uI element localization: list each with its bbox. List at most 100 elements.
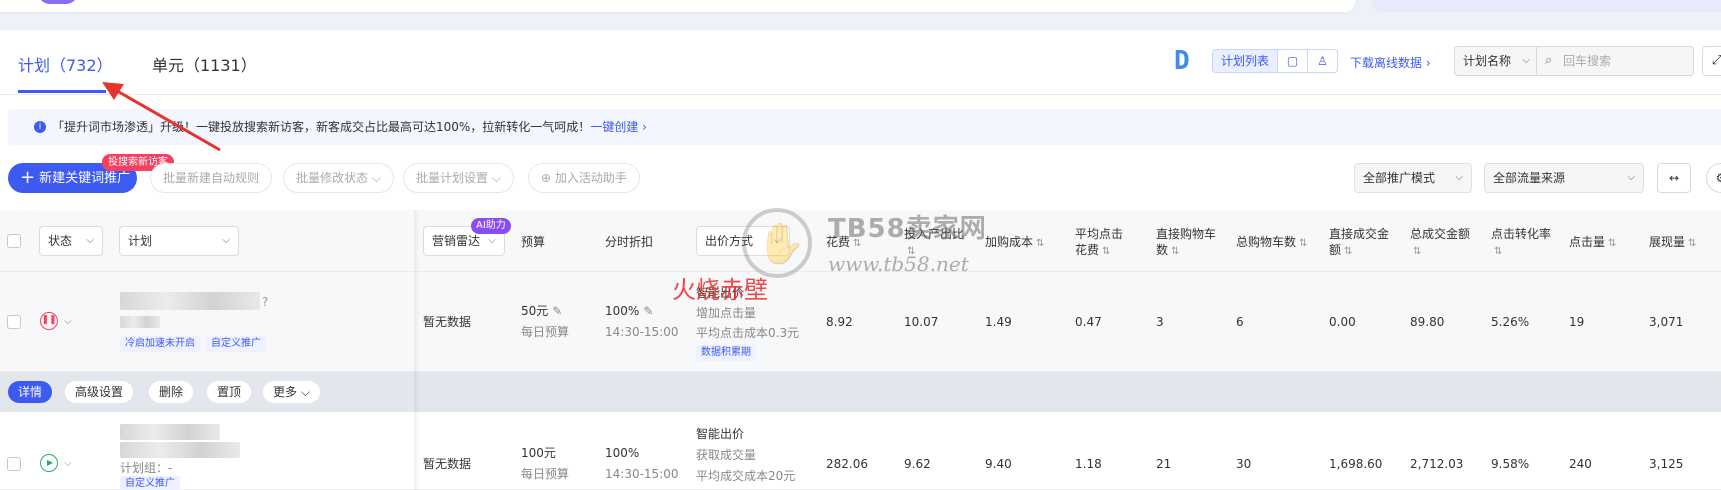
column-cart-cost-label: 加购成本	[985, 235, 1034, 249]
clicks-value: 240	[1569, 457, 1592, 471]
discount-value[interactable]: 100% ✎	[605, 303, 653, 319]
plan-column-filter[interactable]: 计划 ⌵	[119, 226, 239, 256]
impressions-value: 3,071	[1649, 315, 1684, 329]
discount-time: 14:30-15:00	[605, 467, 679, 481]
traffic-source-filter[interactable]: 全部流量来源 ⌵	[1484, 163, 1644, 193]
new-keyword-promo-label: 新建关键词推广	[39, 171, 131, 186]
advanced-settings-button[interactable]: 高级设置	[65, 381, 134, 403]
column-avg-click-cost[interactable]: 平均点击花费 ⇅	[1075, 226, 1129, 260]
radar-value: 暂无数据	[423, 457, 472, 471]
notice-create-label: 一键创建	[590, 120, 639, 134]
info-icon: i	[34, 121, 46, 133]
promo-mode-filter[interactable]: 全部推广模式 ⌵	[1354, 163, 1472, 193]
column-direct-cart[interactable]: 直接购物车数 ⇅	[1156, 226, 1218, 260]
chevron-down-icon[interactable]: ⌵	[64, 458, 72, 469]
batch-plan-settings-button[interactable]: 批量计划设置 ⌵	[403, 163, 514, 193]
column-time-discount: 分时折扣	[605, 235, 654, 249]
cart-cost-value: 9.40	[985, 457, 1012, 471]
plan-name-redacted-line2	[120, 442, 240, 458]
column-clicks-label: 点击量	[1569, 235, 1606, 249]
direct-cart-value: 21	[1156, 457, 1172, 471]
column-total-cart[interactable]: 总购物车数 ⇅	[1236, 234, 1307, 252]
promo-mode-filter-label: 全部推广模式	[1363, 171, 1436, 185]
search-field-select-label: 计划名称	[1463, 54, 1512, 68]
pin-top-button[interactable]: 置顶	[207, 381, 252, 403]
row-action-bar	[0, 372, 1721, 412]
column-ctr-conv[interactable]: 点击转化率 ⇅	[1491, 226, 1553, 260]
search-field-select[interactable]: 计划名称 ⌵	[1454, 46, 1536, 76]
column-width-icon[interactable]: ↔	[1657, 163, 1691, 193]
watermark-hand-logo-icon: ✋	[742, 208, 812, 278]
add-activity-helper-button[interactable]: ⊕ 加入活动助手	[528, 163, 640, 193]
chevron-down-icon: ⌵	[222, 235, 230, 246]
ai-assist-badge: AI助力	[471, 218, 511, 234]
tab-unit[interactable]: 单元（1131）	[152, 52, 257, 76]
sort-icon: ⇅	[1171, 246, 1180, 257]
settings-icon[interactable]: ⚙	[1706, 163, 1721, 193]
cold-start-tag: 冷启加速未开启	[120, 336, 200, 352]
delete-button[interactable]: 删除	[149, 381, 194, 403]
notice-create-link[interactable]: 一键创建 ›	[590, 120, 647, 134]
watermark-title: TB58卖家网	[828, 214, 987, 244]
pause-status-icon[interactable]: ❚❚	[40, 312, 58, 330]
more-button[interactable]: 更多 ⌵	[263, 381, 320, 403]
plan-name-redacted[interactable]	[120, 292, 260, 310]
bid-goal: 获取成交量	[696, 448, 757, 462]
download-offline-link[interactable]: 下载离线数据 ›	[1350, 54, 1431, 71]
column-total-cart-label: 总购物车数	[1236, 235, 1297, 249]
batch-status-label: 批量修改状态	[296, 171, 369, 185]
search-input[interactable]: ⌕ 回车搜索	[1536, 46, 1694, 76]
direct-cart-value: 3	[1156, 315, 1164, 329]
top-summary-area	[0, 0, 1721, 30]
view-plan-list-button[interactable]: 计划列表	[1213, 50, 1278, 72]
select-all-checkbox[interactable]	[7, 234, 21, 248]
helper-icon: ⊕	[541, 171, 552, 185]
hand-icon: ✋	[756, 221, 806, 267]
column-impressions[interactable]: 展现量 ⇅	[1649, 234, 1696, 252]
total-gmv-value: 89.80	[1410, 315, 1445, 329]
chat-icon[interactable]: ▢	[1277, 50, 1307, 72]
roi-value: 9.62	[904, 457, 931, 471]
plan-name-redacted[interactable]	[120, 424, 220, 440]
budget-value[interactable]: 50元 ✎	[521, 303, 562, 319]
discount-amount[interactable]: 100%	[605, 445, 639, 461]
active-tab-indicator	[18, 90, 106, 93]
sort-icon: ⇅	[1299, 238, 1308, 249]
fixed-column-shadow	[414, 210, 420, 490]
status-column-filter[interactable]: 状态 ⌵	[39, 226, 103, 256]
batch-status-button[interactable]: 批量修改状态 ⌵	[283, 163, 394, 193]
column-impressions-label: 展现量	[1649, 235, 1686, 249]
details-button[interactable]: 详情	[8, 381, 53, 403]
column-total-gmv[interactable]: 总成交金额 ⇅	[1410, 226, 1472, 260]
sort-icon: ⇅	[1413, 246, 1422, 257]
batch-plan-settings-label: 批量计划设置	[416, 171, 489, 185]
more-label: 更多	[273, 385, 298, 399]
column-clicks[interactable]: 点击量 ⇅	[1569, 234, 1616, 252]
row-checkbox[interactable]	[7, 315, 21, 329]
budget-amount[interactable]: 100元	[521, 445, 556, 461]
budget-amount: 50元	[521, 304, 549, 318]
watermark-url: www.tb58.net	[828, 252, 969, 276]
cost-value: 8.92	[826, 315, 853, 329]
column-direct-gmv-label: 直接成交金额	[1329, 227, 1390, 257]
data-accumulation-tag: 数据积累期	[696, 345, 756, 361]
annotation-arrow-icon	[102, 82, 221, 152]
column-direct-gmv[interactable]: 直接成交金额 ⇅	[1329, 226, 1391, 260]
user-icon[interactable]: ♙	[1307, 50, 1337, 72]
dataview-logo-icon[interactable]: D	[1174, 48, 1198, 74]
chevron-down-icon: ⌵	[86, 235, 94, 246]
chevron-down-icon: ⌵	[1627, 172, 1635, 183]
tab-plan[interactable]: 计划（732）	[18, 52, 113, 76]
running-status-icon[interactable]: ▶	[40, 454, 58, 472]
clicks-value: 19	[1569, 315, 1585, 329]
edit-icon[interactable]: ✎	[552, 304, 562, 318]
column-cart-cost[interactable]: 加购成本 ⇅	[985, 234, 1044, 252]
row-checkbox[interactable]	[7, 457, 21, 471]
fullscreen-button[interactable]: ⤢	[1702, 46, 1721, 76]
bid-detail: 平均成交成本20元	[696, 469, 796, 483]
chevron-down-icon[interactable]: ⌵	[64, 316, 72, 327]
download-offline-label: 下载离线数据	[1350, 56, 1423, 70]
edit-icon[interactable]: ✎	[643, 304, 653, 318]
total-cart-value: 6	[1236, 315, 1244, 329]
side-card	[1372, 0, 1721, 12]
